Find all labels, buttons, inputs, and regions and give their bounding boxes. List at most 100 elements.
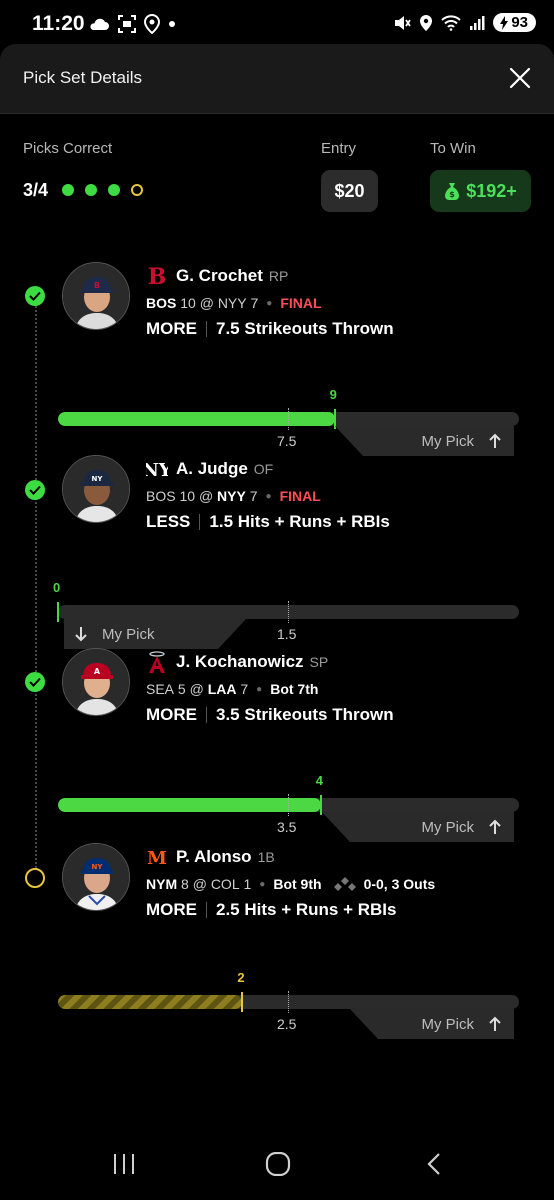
pick-line: MORE 7.5 Strikeouts Thrown [146, 319, 394, 339]
progress-marker [319, 795, 322, 815]
pick-card[interactable]: NY M P. Alonso 1B NYM 8 @ COL 1 ● Bot 9th… [0, 843, 554, 1039]
yankees-logo: NY [146, 460, 168, 481]
pick-set-details-sheet: Pick Set Details Picks Correct 3/4 Entry… [0, 44, 554, 1124]
svg-text:B: B [148, 264, 167, 288]
sheet-title: Pick Set Details [23, 68, 143, 87]
picks-correct-label: Picks Correct [23, 140, 113, 157]
player-avatar: B [62, 262, 130, 330]
screenshot-icon [118, 15, 136, 33]
my-pick-button[interactable]: My Pick [350, 1009, 514, 1039]
line-value: 2.5 [277, 1016, 297, 1032]
pick-line: MORE 3.5 Strikeouts Thrown [146, 705, 394, 725]
pick-dot-correct [62, 184, 74, 196]
line-threshold-marker [288, 408, 289, 430]
angels-logo [149, 651, 165, 673]
pick-line: LESS 1.5 Hits + Runs + RBIs [146, 512, 390, 532]
svg-text:NY: NY [92, 863, 104, 871]
game-count: 0-0, 3 Outs [363, 876, 436, 892]
game-info: BOS 10 @ NYY 7 ● FINAL [146, 488, 321, 504]
arrow-up-icon [489, 1016, 501, 1031]
system-nav-bar [0, 1124, 554, 1200]
pick-dot-pending [131, 184, 143, 196]
result-value: 9 [329, 387, 337, 402]
player-avatar: A [62, 648, 130, 716]
entry-amount: $20 [321, 170, 378, 212]
player-name: J. Kochanowicz SP [176, 652, 329, 671]
bases-icon [333, 877, 356, 891]
line-threshold-marker [288, 794, 289, 816]
game-info: NYM 8 @ COL 1 ● Bot 9th 0-0, 3 Outs [146, 876, 436, 892]
location-icon [420, 14, 433, 31]
back-icon[interactable] [425, 1152, 443, 1176]
player-position: 1B [257, 849, 275, 865]
progress-marker [241, 992, 244, 1012]
game-info: BOS 10 @ NYY 7 ● FINAL [146, 295, 322, 311]
to-win-value: $192+ [466, 180, 517, 201]
pick-stat-line: 7.5 Strikeouts Thrown [216, 319, 394, 338]
game-status: Bot 9th [273, 876, 322, 892]
svg-text:$: $ [449, 190, 455, 199]
battery-level: 93 [511, 14, 528, 31]
entry-value: $20 [334, 180, 365, 201]
pick-card[interactable]: NY NY A. Judge OF BOS 10 @ NYY 7 ● FINAL … [0, 455, 554, 635]
pick-dot-correct [108, 184, 120, 196]
close-icon[interactable] [508, 66, 532, 90]
sheet-header: Pick Set Details [0, 44, 554, 114]
my-pick-button[interactable]: My Pick [335, 426, 514, 456]
pick-direction: MORE [146, 900, 197, 919]
my-pick-button[interactable]: My Pick [322, 812, 514, 842]
picks-correct-value: 3/4 [23, 180, 49, 200]
picks-progress-dots [62, 184, 143, 196]
pick-card[interactable]: B B G. Crochet RP BOS 10 @ NYY 7 ● FINAL … [0, 262, 554, 456]
line-value: 3.5 [277, 819, 297, 835]
game-info: SEA 5 @ LAA 7 ● Bot 7th [146, 681, 319, 697]
progress-fill [58, 995, 243, 1009]
dot-icon [169, 21, 175, 27]
pick-stat-line: 1.5 Hits + Runs + RBIs [209, 512, 390, 531]
home-icon[interactable] [265, 1152, 291, 1176]
svg-text:M: M [147, 848, 167, 869]
pick-dot-correct [85, 184, 97, 196]
battery-icon: 93 [493, 13, 536, 32]
game-status: FINAL [280, 295, 322, 311]
pick-card[interactable]: A J. Kochanowicz SP SEA 5 @ LAA 7 ● Bot 7… [0, 648, 554, 842]
entry-label: Entry [321, 140, 357, 157]
pick-direction: MORE [146, 705, 197, 724]
pick-direction: LESS [146, 512, 191, 531]
to-win-label: To Win [430, 140, 476, 157]
progress-fill [58, 412, 335, 426]
progress-fill [58, 798, 321, 812]
player-avatar: NY [62, 843, 130, 911]
to-win-amount: $ $192+ [430, 170, 531, 212]
result-value: 4 [315, 773, 323, 788]
progress-marker [57, 602, 59, 622]
svg-text:A: A [94, 667, 101, 676]
recent-apps-icon[interactable] [112, 1152, 136, 1176]
red-sox-logo: B [148, 264, 167, 288]
player-name: P. Alonso 1B [176, 847, 275, 866]
player-position: SP [309, 654, 329, 670]
svg-text:B: B [94, 281, 100, 290]
line-threshold-marker [288, 601, 289, 623]
money-bag-icon: $ [445, 183, 460, 200]
pick-stat-line: 2.5 Hits + Runs + RBIs [216, 900, 397, 919]
my-pick-button[interactable]: My Pick [64, 619, 246, 649]
line-value: 1.5 [277, 626, 297, 642]
player-name: A. Judge OF [176, 459, 274, 478]
svg-text:NY: NY [92, 475, 104, 483]
game-status: Bot 7th [270, 681, 319, 697]
status-left-icons [88, 14, 176, 34]
pick-stat-line: 3.5 Strikeouts Thrown [216, 705, 394, 724]
mute-icon [395, 15, 412, 30]
mets-logo: M [147, 848, 167, 869]
status-time: 11:20 [32, 12, 85, 35]
status-right-icons: 93 [393, 13, 536, 32]
player-position: RP [268, 268, 289, 284]
location-icon [144, 14, 160, 34]
player-position: OF [253, 461, 274, 477]
result-value: 0 [53, 580, 61, 595]
player-name: G. Crochet RP [176, 266, 289, 285]
pick-line: MORE 2.5 Hits + Runs + RBIs [146, 900, 396, 920]
arrow-up-icon [489, 819, 501, 834]
signal-icon [470, 15, 485, 30]
